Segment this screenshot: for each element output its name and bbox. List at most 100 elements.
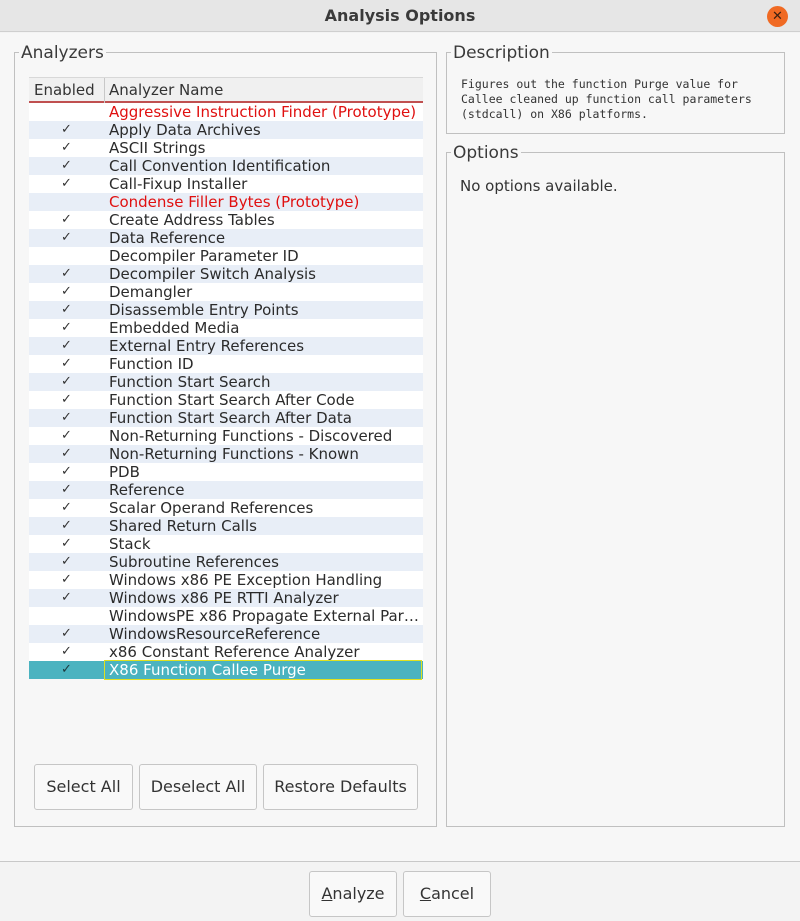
close-icon[interactable]: ✕	[767, 6, 788, 27]
enabled-checkbox[interactable]: ✓	[29, 553, 104, 571]
cancel-label: Cancel	[419, 884, 475, 903]
analyzer-name: Shared Return Calls	[109, 517, 257, 535]
analyzer-name: External Entry References	[109, 337, 305, 355]
table-row[interactable]: ✓ Decompiler Switch Analysis	[29, 265, 423, 283]
table-row[interactable]: ✓ Create Address Tables	[29, 211, 423, 229]
options-panel: Options No options available.	[446, 143, 785, 827]
table-row[interactable]: ✓ Subroutine References	[29, 553, 423, 571]
table-row[interactable]: ✓ Call Convention Identification	[29, 157, 423, 175]
table-row[interactable]: ✓ External Entry References	[29, 337, 423, 355]
analyzers-panel: Analyzers Enabled Analyzer Name Aggressi…	[14, 43, 437, 827]
analyzer-name: PDB	[109, 463, 140, 481]
table-row[interactable]: ✓ Scalar Operand References	[29, 499, 423, 517]
table-row[interactable]: ✓ Apply Data Archives	[29, 121, 423, 139]
table-row[interactable]: ✓ Function Start Search After Code	[29, 391, 423, 409]
table-row[interactable]: ✓ Non-Returning Functions - Discovered	[29, 427, 423, 445]
analyzer-name: Function Start Search After Code	[109, 391, 355, 409]
analyzer-name: Create Address Tables	[109, 211, 275, 229]
analyzer-name: Scalar Operand References	[109, 499, 314, 517]
table-row[interactable]: Aggressive Instruction Finder (Prototype…	[29, 103, 423, 121]
enabled-checkbox[interactable]: ✓	[29, 121, 104, 139]
enabled-checkbox[interactable]: ✓	[29, 481, 104, 499]
description-panel: Description Figures out the function Pur…	[446, 43, 785, 134]
enabled-checkbox[interactable]: ✓	[29, 373, 104, 391]
enabled-checkbox[interactable]: ✓	[29, 229, 104, 247]
analyze-label: Analyze	[321, 884, 385, 903]
table-row[interactable]: ✓ x86 Constant Reference Analyzer	[29, 643, 423, 661]
analyzers-title: Analyzers	[19, 43, 106, 63]
table-row[interactable]: ✓ Windows x86 PE Exception Handling	[29, 571, 423, 589]
enabled-checkbox[interactable]: ✓	[29, 409, 104, 427]
table-row[interactable]: ✓ Embedded Media	[29, 319, 423, 337]
analyzer-name: WindowsPE x86 Propagate External Paramet…	[109, 607, 421, 625]
table-row[interactable]: Decompiler Parameter ID	[29, 247, 423, 265]
analyze-button[interactable]: Analyze	[309, 871, 397, 917]
table-row[interactable]: WindowsPE x86 Propagate External Paramet…	[29, 607, 423, 625]
enabled-checkbox[interactable]: ✓	[29, 499, 104, 517]
table-row[interactable]: ✓ X86 Function Callee Purge	[29, 660, 423, 680]
analyzer-name: X86 Function Callee Purge	[104, 660, 422, 680]
column-divider[interactable]	[104, 78, 105, 104]
table-row[interactable]: ✓ ASCII Strings	[29, 139, 423, 157]
analyzers-table: Enabled Analyzer Name Aggressive Instruc…	[29, 77, 423, 680]
enabled-checkbox[interactable]: ✓	[29, 157, 104, 175]
table-row[interactable]: ✓ Disassemble Entry Points	[29, 301, 423, 319]
analyzer-name: Aggressive Instruction Finder (Prototype…	[109, 103, 417, 121]
analyzer-name: Condense Filler Bytes (Prototype)	[109, 193, 360, 211]
enabled-checkbox[interactable]: ✓	[29, 265, 104, 283]
enabled-checkbox[interactable]: ✓	[29, 643, 104, 661]
enabled-checkbox[interactable]: ✓	[29, 625, 104, 643]
options-text: No options available.	[460, 177, 618, 195]
table-row[interactable]: ✓ Stack	[29, 535, 423, 553]
table-row[interactable]: ✓ Reference	[29, 481, 423, 499]
table-row[interactable]: ✓ Windows x86 PE RTTI Analyzer	[29, 589, 423, 607]
enabled-checkbox[interactable]: ✓	[29, 175, 104, 193]
cancel-button[interactable]: Cancel	[403, 871, 491, 917]
restore-defaults-button[interactable]: Restore Defaults	[263, 764, 418, 810]
dialog-footer: Analyze Cancel	[0, 862, 800, 921]
column-header-name[interactable]: Analyzer Name	[109, 81, 223, 99]
enabled-checkbox[interactable]: ✓	[29, 301, 104, 319]
table-body: Aggressive Instruction Finder (Prototype…	[29, 103, 423, 680]
table-row[interactable]: ✓ WindowsResourceReference	[29, 625, 423, 643]
analyzer-name: Disassemble Entry Points	[109, 301, 299, 319]
enabled-checkbox[interactable]: ✓	[29, 139, 104, 157]
analyzer-name: Data Reference	[109, 229, 226, 247]
enabled-checkbox[interactable]: ✓	[29, 427, 104, 445]
column-header-enabled[interactable]: Enabled	[34, 81, 95, 99]
table-row[interactable]: ✓ Data Reference	[29, 229, 423, 247]
enabled-checkbox[interactable]: ✓	[29, 517, 104, 535]
select-all-button[interactable]: Select All	[34, 764, 133, 810]
deselect-all-button[interactable]: Deselect All	[139, 764, 257, 810]
enabled-checkbox[interactable]: ✓	[29, 391, 104, 409]
table-row[interactable]: Condense Filler Bytes (Prototype)	[29, 193, 423, 211]
enabled-checkbox[interactable]: ✓	[29, 463, 104, 481]
table-row[interactable]: ✓ Function Start Search After Data	[29, 409, 423, 427]
table-row[interactable]: ✓ Non-Returning Functions - Known	[29, 445, 423, 463]
table-row[interactable]: ✓ Function ID	[29, 355, 423, 373]
enabled-checkbox[interactable]: ✓	[29, 661, 104, 679]
table-header: Enabled Analyzer Name	[29, 77, 423, 104]
enabled-checkbox[interactable]: ✓	[29, 283, 104, 301]
analyzer-name: Decompiler Switch Analysis	[109, 265, 316, 283]
analyzer-name: ASCII Strings	[109, 139, 206, 157]
table-row[interactable]: ✓ Demangler	[29, 283, 423, 301]
table-row[interactable]: ✓ Function Start Search	[29, 373, 423, 391]
enabled-checkbox[interactable]: ✓	[29, 571, 104, 589]
enabled-checkbox[interactable]: ✓	[29, 355, 104, 373]
analyzer-name: Function Start Search	[109, 373, 271, 391]
enabled-checkbox[interactable]: ✓	[29, 211, 104, 229]
table-row[interactable]: ✓ Shared Return Calls	[29, 517, 423, 535]
enabled-checkbox[interactable]: ✓	[29, 319, 104, 337]
table-row[interactable]: ✓ PDB	[29, 463, 423, 481]
table-row[interactable]: ✓ Call-Fixup Installer	[29, 175, 423, 193]
enabled-checkbox[interactable]: ✓	[29, 445, 104, 463]
enabled-checkbox[interactable]: ✓	[29, 535, 104, 553]
title-bar: Analysis Options ✕	[0, 0, 800, 32]
analyzer-name: Reference	[109, 481, 185, 499]
enabled-checkbox[interactable]: ✓	[29, 589, 104, 607]
enabled-checkbox[interactable]: ✓	[29, 337, 104, 355]
description-text: Figures out the function Purge value for…	[461, 77, 752, 121]
description-title: Description	[451, 43, 552, 63]
analyzer-name: Decompiler Parameter ID	[109, 247, 299, 265]
